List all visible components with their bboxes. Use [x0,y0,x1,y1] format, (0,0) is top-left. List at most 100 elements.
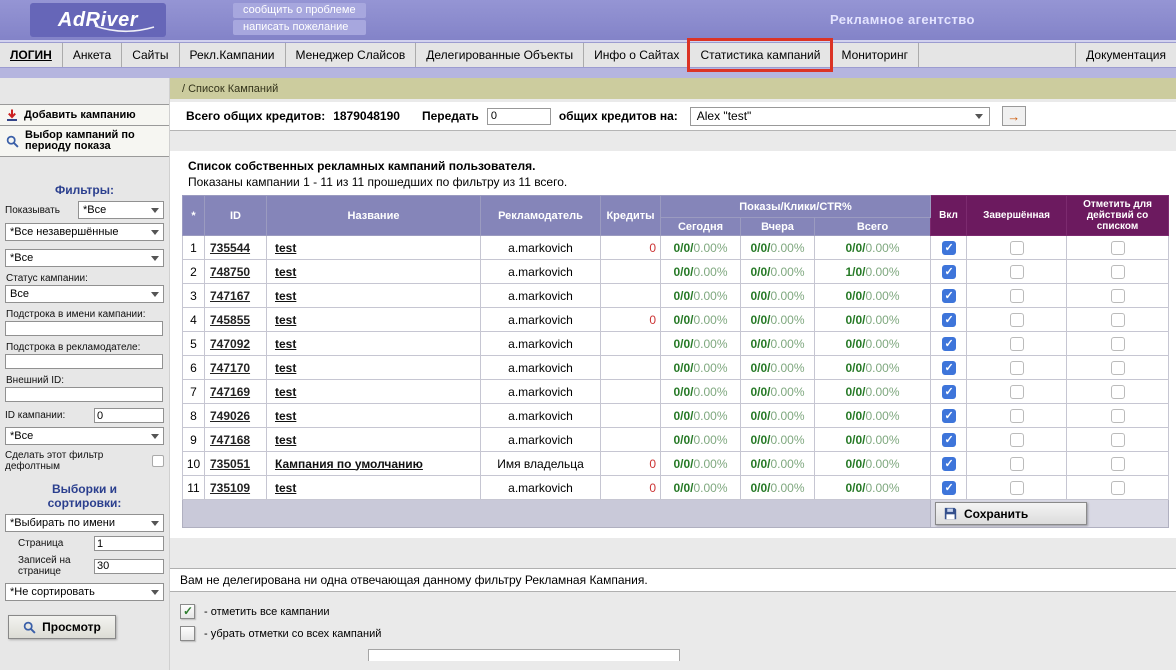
mark-checkbox[interactable] [1110,312,1125,327]
campaign-name-link[interactable]: test [275,337,296,351]
col-name[interactable]: Название [266,195,481,236]
enabled-checkbox[interactable] [941,240,956,255]
finished-checkbox[interactable] [1009,336,1024,351]
nav-item-2[interactable]: Анкета [63,43,123,67]
col-yesterday[interactable]: Вчера [740,217,815,236]
nav-item-1[interactable]: ЛОГИН [0,43,63,67]
campaign-id-link[interactable]: 749026 [210,409,250,423]
nav-item-6[interactable]: Делегированные Объекты [416,43,585,67]
page-input[interactable] [94,536,164,551]
finished-checkbox[interactable] [1009,432,1024,447]
campaign-name-link[interactable]: test [275,241,296,255]
campaign-id-link[interactable]: 747168 [210,433,250,447]
mark-checkbox[interactable] [1110,240,1125,255]
save-button[interactable]: Сохранить [935,502,1088,525]
col-credits[interactable]: Кредиты [600,195,661,236]
campaign-id-link[interactable]: 747092 [210,337,250,351]
adriver-logo[interactable]: AdRiver [30,3,166,37]
nav-item-4[interactable]: Рекл.Кампании [180,43,286,67]
name-substring-input[interactable] [5,321,163,336]
uncheck-all-icon[interactable] [180,626,195,641]
finished-checkbox[interactable] [1009,384,1024,399]
default-filter-checkbox[interactable] [152,455,164,467]
campaign-name-link[interactable]: test [275,385,296,399]
mark-checkbox[interactable] [1110,288,1125,303]
mark-checkbox[interactable] [1110,480,1125,495]
campaign-name-link[interactable]: test [275,265,296,279]
campaign-name-link[interactable]: test [275,361,296,375]
mark-checkbox[interactable] [1110,360,1125,375]
finished-checkbox[interactable] [1009,456,1024,471]
finished-checkbox[interactable] [1009,480,1024,495]
report-problem-link[interactable]: сообщить о проблеме [233,3,366,18]
col-id[interactable]: ID [204,195,267,236]
campaign-name-link[interactable]: test [275,313,296,327]
mark-checkbox[interactable] [1110,432,1125,447]
select-by-select[interactable]: *Выбирать по имени [5,514,164,532]
campaign-id-link[interactable]: 748750 [210,265,250,279]
col-advertiser[interactable]: Рекламодатель [480,195,601,236]
enabled-checkbox[interactable] [941,336,956,351]
finished-checkbox[interactable] [1009,408,1024,423]
enabled-checkbox[interactable] [941,312,956,327]
transfer-amount-input[interactable] [486,107,551,125]
mark-checkbox[interactable] [1110,384,1125,399]
mark-checkbox[interactable] [1110,408,1125,423]
enabled-checkbox[interactable] [941,480,956,495]
state-select[interactable]: *Все незавершённые [5,223,164,241]
mark-checkbox[interactable] [1110,456,1125,471]
period-select-button[interactable]: Выбор кампаний по периоду показа [0,126,169,157]
finished-checkbox[interactable] [1009,312,1024,327]
finished-checkbox[interactable] [1009,360,1024,375]
external-id-label: Внешний ID: [6,375,65,386]
nav-item-5[interactable]: Менеджер Слайсов [286,43,417,67]
campaign-name-link[interactable]: test [275,481,296,495]
view-button[interactable]: Просмотр [8,615,116,639]
extra-select[interactable]: *Все [5,427,164,445]
enabled-checkbox[interactable] [941,408,956,423]
enabled-checkbox[interactable] [941,288,956,303]
mark-checkbox[interactable] [1110,264,1125,279]
add-campaign-button[interactable]: Добавить кампанию [0,104,169,126]
finished-checkbox[interactable] [1009,288,1024,303]
campaign-id-link[interactable]: 745855 [210,313,250,327]
advertiser-substring-input[interactable] [5,354,163,369]
nav-item-9[interactable]: Мониторинг [831,43,919,67]
finished-checkbox[interactable] [1009,240,1024,255]
enabled-checkbox[interactable] [941,264,956,279]
enabled-checkbox[interactable] [941,360,956,375]
campaign-name-link[interactable]: Кампания по умолчанию [275,457,423,471]
campaign-id-link[interactable]: 735544 [210,241,250,255]
check-all-icon[interactable] [180,604,195,619]
col-today[interactable]: Сегодня [660,217,741,236]
campaign-id-link[interactable]: 735109 [210,481,250,495]
enabled-checkbox[interactable] [941,432,956,447]
enabled-checkbox[interactable] [941,384,956,399]
nav-item-3[interactable]: Сайты [122,43,180,67]
transfer-button[interactable]: → [1001,106,1026,126]
external-id-input[interactable] [5,387,163,402]
campaign-id-link[interactable]: 735051 [210,457,250,471]
campaign-name-link[interactable]: test [275,289,296,303]
campaign-name-link[interactable]: test [275,433,296,447]
finished-checkbox[interactable] [1009,264,1024,279]
type-select[interactable]: *Все [5,249,164,267]
per-page-input[interactable] [94,558,164,574]
campaign-id-link[interactable]: 747170 [210,361,250,375]
col-total[interactable]: Всего [813,217,932,236]
nav-item-7[interactable]: Инфо о Сайтах [584,43,691,67]
show-select[interactable]: *Все [78,201,164,219]
mark-checkbox[interactable] [1110,336,1125,351]
campaign-name-link[interactable]: test [275,409,296,423]
nav-item-documentation[interactable]: Документация [1075,43,1176,67]
campaign-id-link[interactable]: 747169 [210,385,250,399]
campaign-id-link[interactable]: 747167 [210,289,250,303]
nav-item-8[interactable]: Статистика кампаний [687,38,834,72]
stats-total-cell: 0/0/0.00% [813,331,932,356]
campaign-id-input[interactable] [94,408,164,423]
enabled-checkbox[interactable] [941,456,956,471]
recipient-select[interactable]: Alex "test" [689,106,990,126]
write-wish-link[interactable]: написать пожелание [233,20,366,35]
status-select[interactable]: Все [5,285,164,303]
sort-select[interactable]: *Не сортировать [5,583,164,601]
